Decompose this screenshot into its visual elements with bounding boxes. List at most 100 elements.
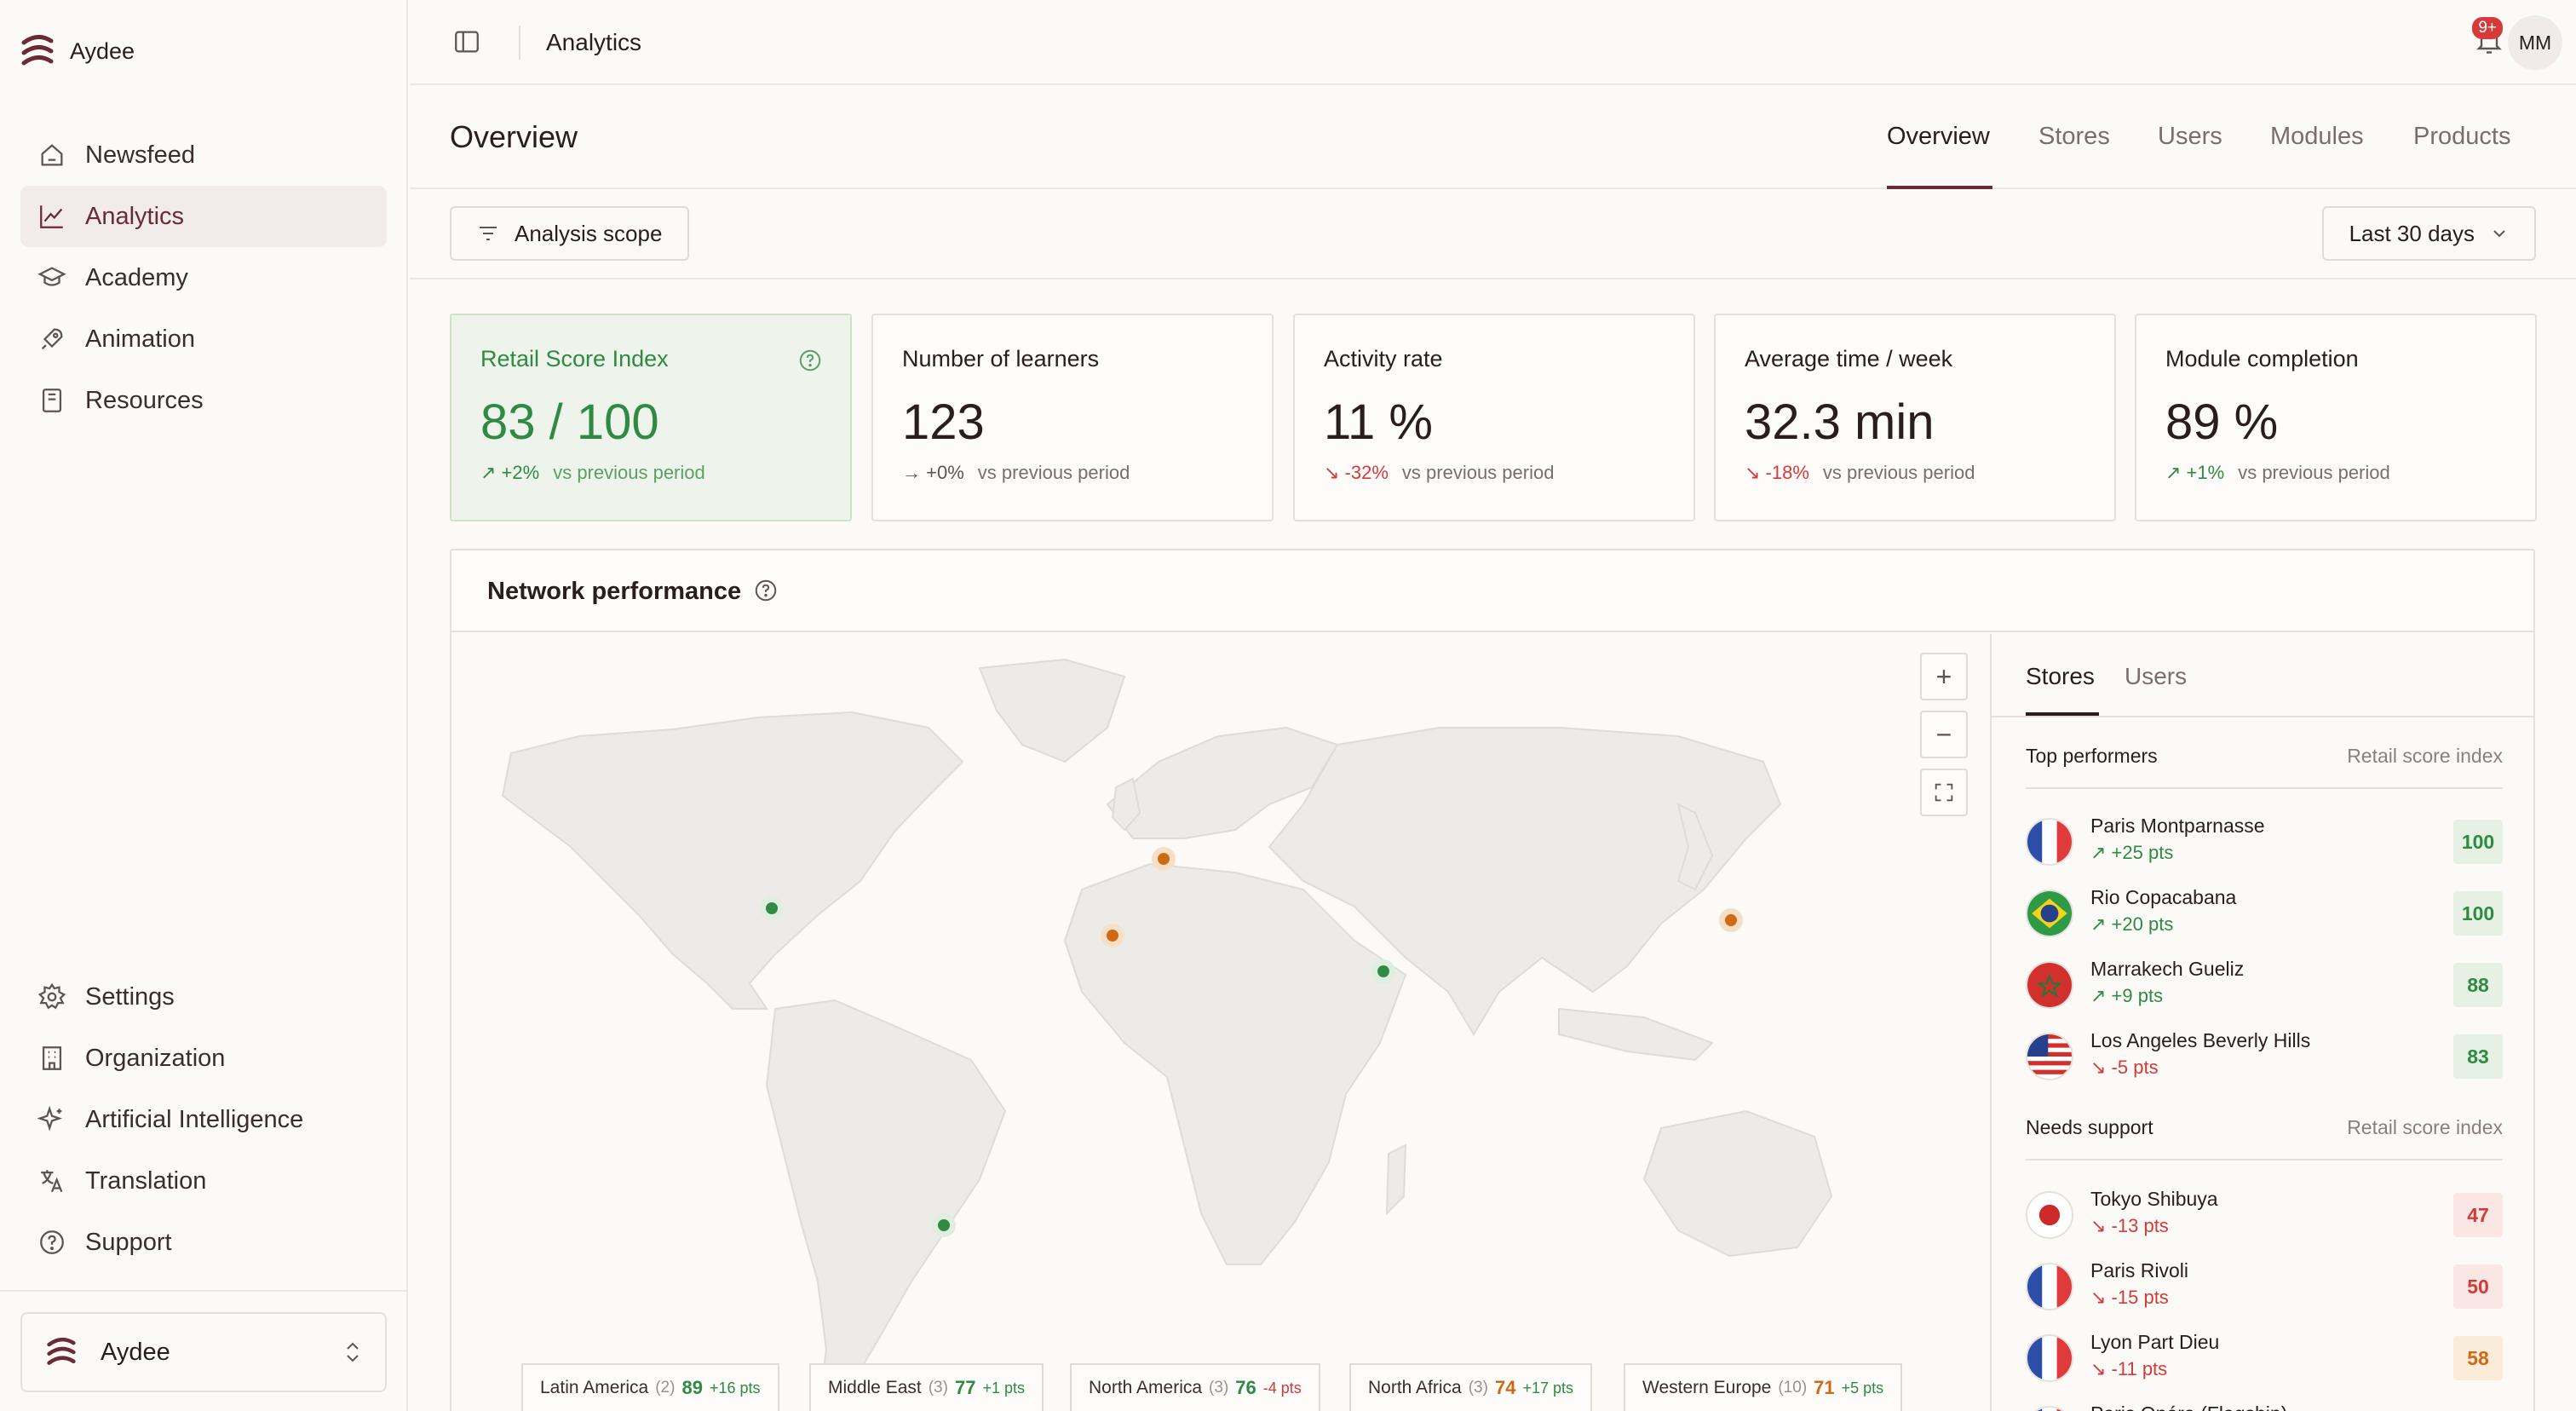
sidebar-item-ai[interactable]: Artificial Intelligence [20, 1089, 387, 1150]
flag-france-icon [2026, 1334, 2073, 1382]
flag-usa-icon [2026, 1033, 2073, 1080]
map-marker-north-america-dot [766, 902, 778, 914]
brand-name: Aydee [70, 37, 135, 64]
kpi-delta-text: -18% [1765, 462, 1809, 483]
region-score: 76 [1235, 1377, 1256, 1398]
store-delta-text: +25 pts [2111, 842, 2174, 863]
region-name: North Africa [1368, 1378, 1462, 1397]
trend-down-icon: ↘ [2090, 1057, 2112, 1078]
score-chip: 88 [2453, 963, 2503, 1007]
list-item[interactable]: Marrakech Gueliz ↗ +9 pts 88 [2026, 954, 2503, 1014]
sidebar-item-label: Resources [85, 386, 204, 414]
org-name: Aydee [101, 1338, 170, 1366]
kpi-delta: ↗ +1% vs previous period [2165, 462, 2390, 484]
logo-icon [21, 35, 54, 66]
org-switcher[interactable]: Aydee [20, 1312, 387, 1392]
sidebar-item-label: Analytics [85, 202, 185, 230]
list-item[interactable]: Los Angeles Beverly Hills ↘ -5 pts 83 [2026, 1026, 2503, 1086]
region-pill-middle-east[interactable]: Middle East (3) 77 +1 pts [809, 1363, 1044, 1411]
kpi-delta-note: vs previous period [2238, 462, 2390, 483]
list-item[interactable]: Tokyo Shibuya ↘ -13 pts 47 [2026, 1184, 2503, 1244]
sidebar-item-translation[interactable]: Translation [20, 1150, 387, 1212]
region-name: Western Europe [1642, 1378, 1772, 1397]
sidebar-item-label: Support [85, 1228, 172, 1256]
avatar[interactable]: MM [2508, 15, 2562, 70]
tab-modules[interactable]: Modules [2270, 123, 2364, 151]
region-pill-western-europe[interactable]: Western Europe (10) 71 +5 pts [1624, 1363, 1903, 1411]
sidebar-item-organization[interactable]: Organization [20, 1028, 387, 1089]
sidebar-toggle-button[interactable] [452, 27, 481, 60]
period-select[interactable]: Last 30 days [2321, 206, 2536, 261]
kpi-label: Activity rate [1324, 346, 1443, 371]
sidebar-item-resources[interactable]: Resources [20, 370, 387, 431]
region-delta: +16 pts [709, 1379, 761, 1397]
analysis-scope-label: Analysis scope [515, 220, 663, 246]
chevron-up-down-icon [347, 1342, 359, 1362]
sidebar-item-support[interactable]: Support [20, 1212, 387, 1273]
kpi-delta-note: vs previous period [1822, 462, 1975, 483]
kpi-delta-text: -32% [1344, 462, 1389, 483]
trend-down-icon: ↘ [2090, 1358, 2112, 1379]
region-delta: +5 pts [1841, 1379, 1884, 1397]
help-icon[interactable] [753, 578, 779, 603]
brand[interactable]: Aydee [19, 34, 135, 68]
page-header: Overview Overview Stores Users Modules P… [410, 87, 2576, 189]
help-icon[interactable] [797, 348, 823, 373]
list-item[interactable]: Paris Rivoli ↘ -15 pts 50 [2026, 1256, 2503, 1316]
zoom-out-button[interactable]: − [1920, 711, 1968, 758]
tab-stores-list[interactable]: Stores [2026, 663, 2095, 690]
list-item[interactable]: Paris Montparnasse ↗ +25 pts 100 [2026, 811, 2503, 871]
tab-users[interactable]: Users [2158, 123, 2222, 151]
tab-overview[interactable]: Overview [1887, 123, 1990, 151]
kpi-value: 83 / 100 [480, 395, 659, 450]
zoom-in-button[interactable]: + [1920, 653, 1968, 700]
kpi-card-retail-score: Retail Score Index 83 / 100 ↗ +2% vs pre… [450, 314, 852, 521]
kpi-delta-note: vs previous period [553, 462, 705, 483]
tab-users-list[interactable]: Users [2125, 663, 2187, 690]
store-name: Los Angeles Beverly Hills [2090, 1029, 2311, 1051]
list-item[interactable]: Paris Opéra (Flagship) [2026, 1399, 2503, 1411]
trend-down-icon: ↘ [2090, 1215, 2112, 1236]
sidebar-item-settings[interactable]: Settings [20, 966, 387, 1028]
store-delta: ↘ -13 pts [2090, 1215, 2169, 1237]
flag-morocco-icon [2026, 961, 2073, 1009]
sidebar-item-animation[interactable]: Animation [20, 308, 387, 370]
tab-products[interactable]: Products [2413, 123, 2510, 151]
sidebar-item-newsfeed[interactable]: Newsfeed [20, 124, 387, 186]
list-item[interactable]: Lyon Part Dieu ↘ -11 pts 58 [2026, 1327, 2503, 1387]
region-count: (3) [1468, 1379, 1488, 1397]
tab-stores[interactable]: Stores [2038, 123, 2110, 151]
region-delta: -4 pts [1262, 1379, 1302, 1397]
sidebar-item-analytics[interactable]: Analytics [20, 186, 387, 247]
analysis-scope-button[interactable]: Analysis scope [450, 206, 690, 261]
world-map[interactable]: + − [451, 634, 1990, 1411]
period-select-value: Last 30 days [2349, 220, 2475, 246]
kpi-card-activity-rate: Activity rate 11 % ↘ -32% vs previous pe… [1293, 314, 1695, 521]
sidebar-divider [0, 1290, 408, 1292]
expand-icon [1935, 783, 1953, 802]
region-pill-north-africa[interactable]: North Africa (3) 74 +17 pts [1349, 1363, 1592, 1411]
store-delta-text: -13 pts [2111, 1215, 2169, 1236]
continent-greenland [978, 658, 1126, 763]
region-count: (3) [1209, 1379, 1229, 1397]
trend-up-icon: ↗ [2165, 462, 2187, 483]
store-delta: ↗ +25 pts [2090, 842, 2173, 864]
list-item[interactable]: Rio Copacabana ↗ +20 pts 100 [2026, 883, 2503, 942]
section-header-needs-support: Needs support Retail score index [2026, 1116, 2503, 1160]
kpi-card-average-time: Average time / week 32.3 min ↘ -18% vs p… [1714, 314, 2116, 521]
avatar-initials: MM [2518, 31, 2552, 54]
trend-down-icon: ↘ [1745, 462, 1766, 483]
kpi-card-module-completion: Module completion 89 % ↗ +1% vs previous… [2135, 314, 2537, 521]
fullscreen-button[interactable] [1920, 769, 1968, 816]
kpi-label: Module completion [2165, 346, 2359, 371]
region-pill-latin-america[interactable]: Latin America (2) 89 +16 pts [521, 1363, 779, 1411]
store-delta: ↗ +20 pts [2090, 913, 2173, 936]
score-chip: 50 [2453, 1264, 2503, 1309]
sidebar-item-academy[interactable]: Academy [20, 247, 387, 308]
flag-france-icon [2026, 1263, 2073, 1310]
store-name: Lyon Part Dieu [2090, 1331, 2220, 1353]
flag-france-icon [2026, 1406, 2073, 1411]
home-icon [41, 144, 63, 166]
region-pill-north-america[interactable]: North America (3) 76 -4 pts [1070, 1363, 1320, 1411]
store-delta-text: -15 pts [2111, 1287, 2169, 1308]
